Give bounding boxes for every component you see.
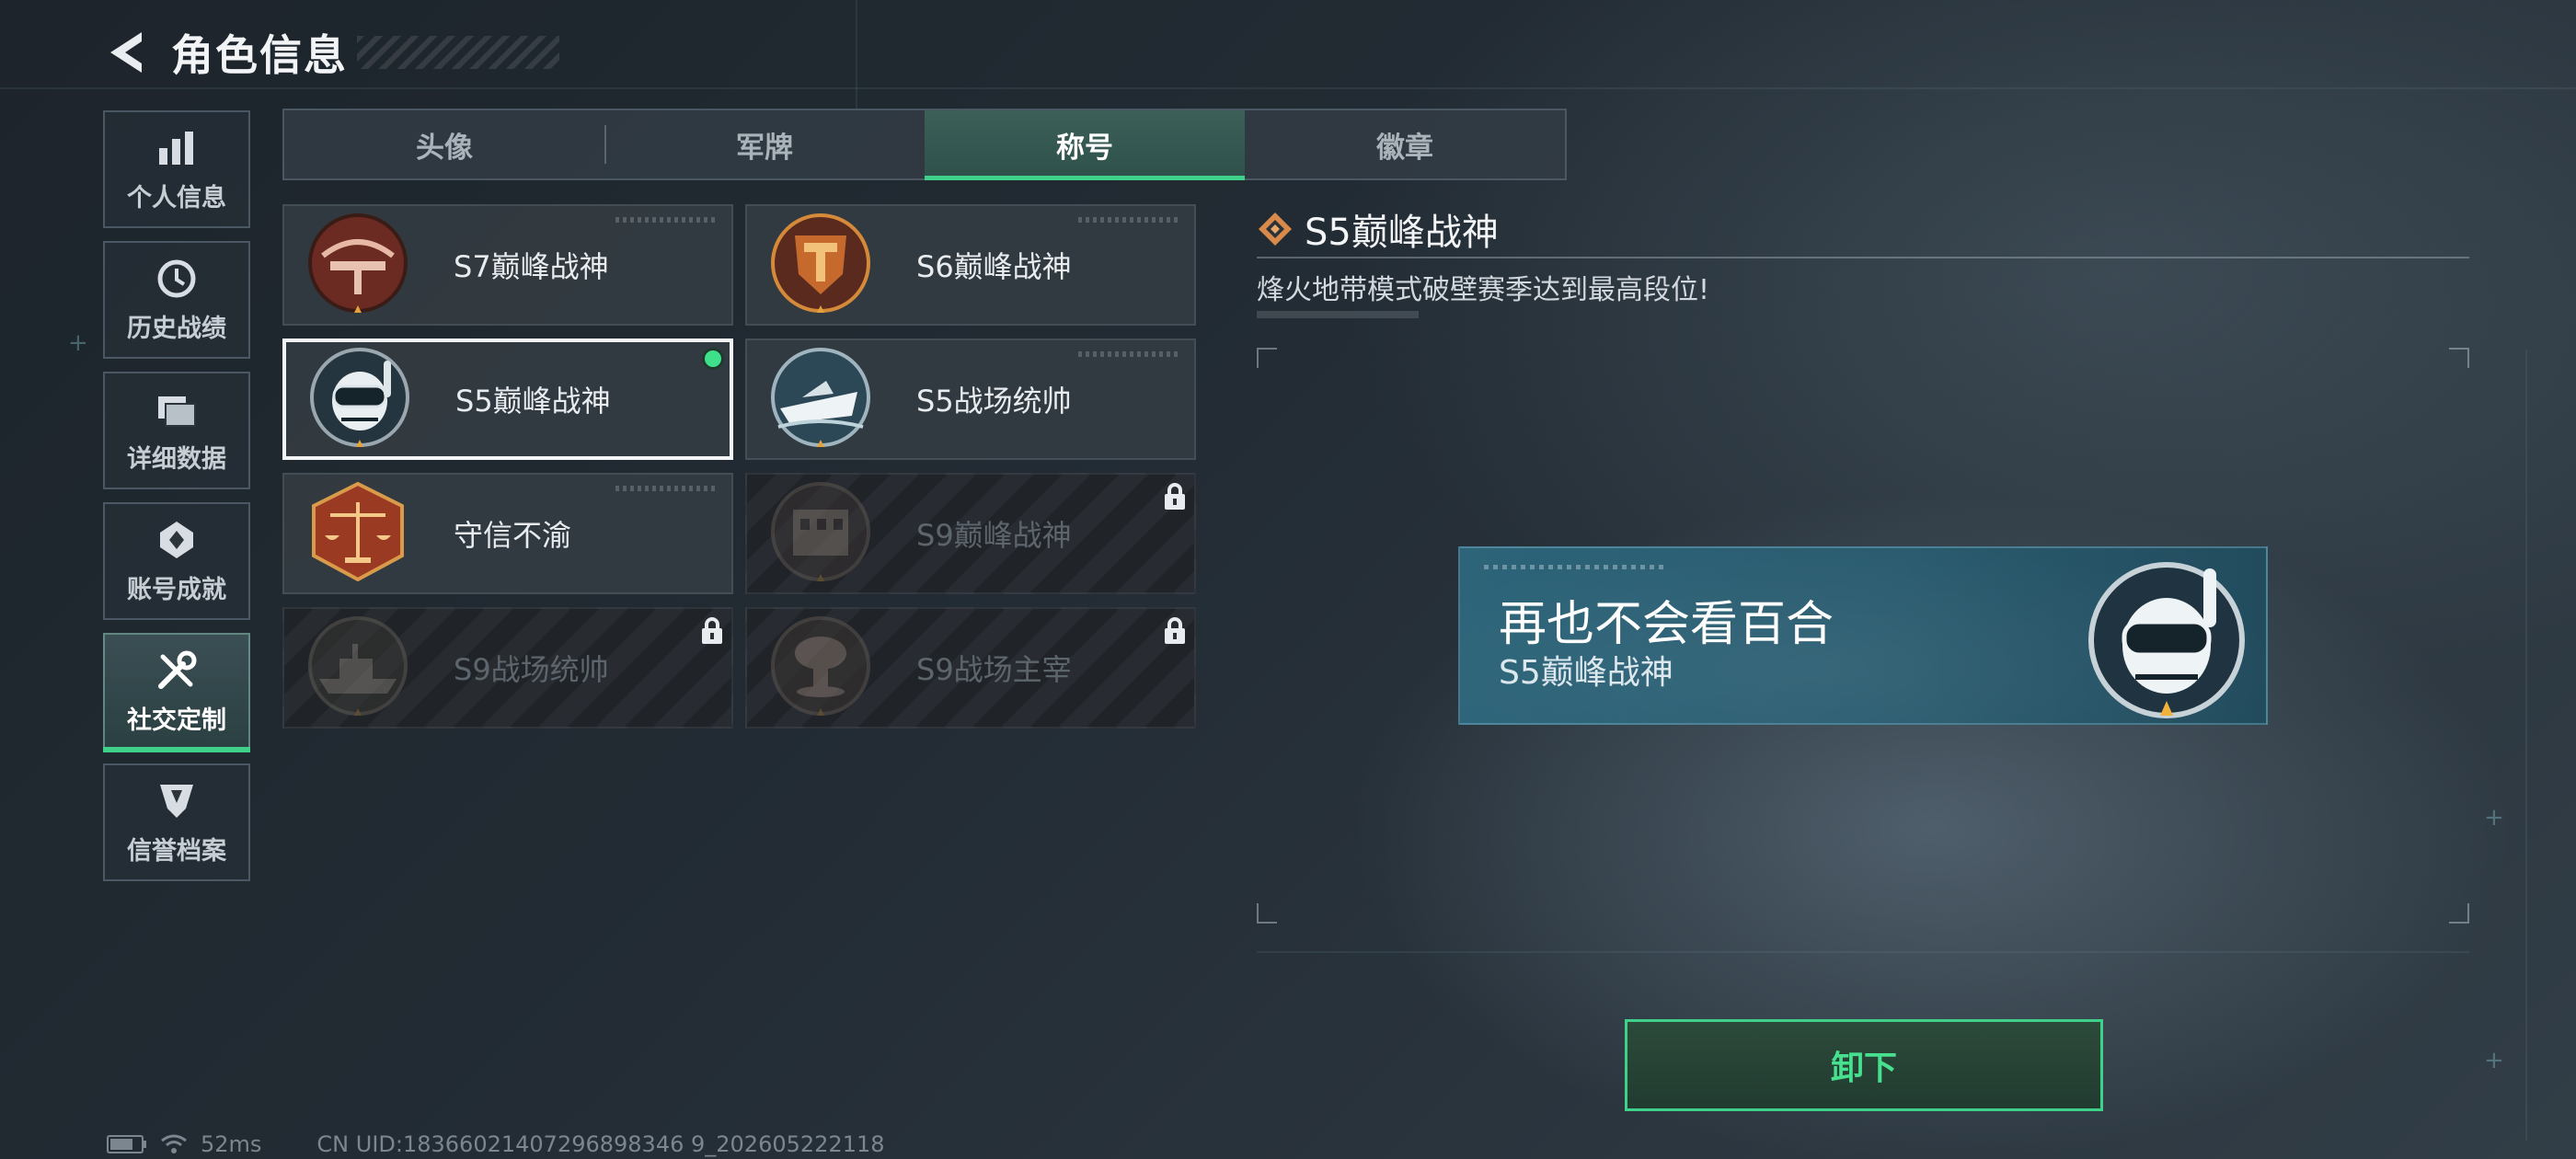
diver-skull-badge-icon (310, 348, 409, 447)
title-card[interactable]: S5巅峰战神 (282, 339, 733, 460)
title-card[interactable]: S7巅峰战神 (282, 204, 733, 326)
sidebar-item-label: 历史战绩 (127, 314, 226, 343)
tab-title[interactable]: 称号 (925, 110, 1245, 180)
uid-text: CN UID:18366021407296898346 9_2026052221… (316, 1131, 885, 1157)
sidebar-item-label: 账号成就 (127, 575, 226, 604)
tab-badge[interactable]: 徽章 (1245, 110, 1565, 178)
deco-line (0, 87, 2576, 89)
frame-corner (1257, 348, 1277, 368)
frame-corner (2449, 348, 2469, 368)
lock-icon (702, 617, 722, 644)
card-decoration (615, 217, 717, 223)
sidebar-item-personal-info[interactable]: 个人信息 (103, 110, 250, 228)
divider (1257, 257, 2469, 258)
sidebar-item-detailed-data[interactable]: 详细数据 (103, 372, 250, 489)
detail-description: 烽火地带模式破壁赛季达到最高段位! (1257, 274, 1710, 306)
lock-icon (1165, 617, 1185, 644)
diamond-icon (1259, 212, 1292, 246)
title-name: S9战场统帅 (454, 652, 609, 687)
wrench-screwdriver-icon (155, 648, 199, 693)
crosshair-mark: + (2484, 804, 2504, 832)
mushroom-cloud-badge-icon (771, 616, 870, 716)
title-card[interactable]: S9战场主宰 (745, 607, 1196, 729)
detail-subtext (1257, 311, 1419, 318)
bar-chart-icon (155, 126, 199, 170)
shield-t-badge-icon (771, 213, 870, 313)
title-decoration (357, 36, 559, 69)
sidebar-item-label: 信誉档案 (127, 836, 226, 866)
sidebar-item-social-custom[interactable]: 社交定制 (103, 633, 250, 752)
reputation-shield-icon (155, 779, 199, 823)
nameplate-player-name: 再也不会看百合 (1499, 597, 1834, 652)
battery-icon (107, 1135, 146, 1153)
nameplate-title: S5巅峰战神 (1499, 654, 1673, 692)
warship-badge-icon (308, 616, 408, 716)
scales-badge-icon (312, 481, 404, 582)
title-name: S9巅峰战神 (916, 518, 1072, 553)
sidebar-item-label: 社交定制 (127, 706, 226, 735)
title-card[interactable]: S6巅峰战神 (745, 204, 1196, 326)
title-name: S6巅峰战神 (916, 249, 1072, 284)
crosshair-mark: + (68, 329, 88, 357)
ping-value: 52ms (201, 1131, 262, 1157)
diver-skull-badge-icon (2088, 562, 2245, 718)
building-badge-icon (771, 482, 870, 581)
deco-line (1257, 951, 2469, 953)
page-header: 角色信息 (101, 20, 559, 85)
frame-corner (2449, 903, 2469, 924)
back-arrow-icon[interactable] (101, 25, 151, 80)
title-name: 守信不渝 (454, 518, 572, 553)
frame-corner (1257, 903, 1277, 924)
tab-avatar[interactable]: 头像 (284, 110, 604, 178)
status-bar: 52ms CN UID:18366021407296898346 9_20260… (107, 1131, 885, 1157)
sidebar-item-achievements[interactable]: 账号成就 (103, 502, 250, 620)
title-card[interactable]: S5战场统帅 (745, 339, 1196, 460)
sidebar-item-reputation[interactable]: 信誉档案 (103, 763, 250, 881)
card-decoration (615, 486, 717, 491)
nameplate-preview: 再也不会看百合 S5巅峰战神 (1458, 546, 2268, 725)
title-name: S5战场统帅 (916, 384, 1072, 419)
detail-title: S5巅峰战神 (1305, 212, 1499, 254)
title-card[interactable]: 守信不渝 (282, 473, 733, 594)
equipped-indicator (702, 348, 724, 370)
crosshair-mark: + (2484, 1047, 2504, 1074)
title-name: S5巅峰战神 (455, 384, 611, 419)
category-tabs: 头像 军牌 称号 徽章 (282, 109, 1567, 180)
title-name: S9战场主宰 (916, 652, 1072, 687)
card-decoration (1078, 217, 1179, 223)
title-card[interactable]: S9巅峰战神 (745, 473, 1196, 594)
crossbow-badge-icon (308, 213, 408, 313)
speedboat-badge-icon (771, 348, 870, 447)
deco-line (856, 0, 857, 110)
title-name: S7巅峰战神 (454, 249, 609, 284)
tab-dog-tag[interactable]: 军牌 (604, 110, 925, 178)
card-decoration (1078, 351, 1179, 357)
nameplate-code-strip (1484, 565, 1668, 569)
history-clock-icon (155, 257, 199, 301)
detail-header: S5巅峰战神 (1257, 202, 1499, 256)
achievement-icon (155, 518, 199, 562)
sidebar-item-label: 个人信息 (127, 183, 226, 212)
unequip-button[interactable]: 卸下 (1625, 1019, 2103, 1111)
wifi-icon (161, 1134, 187, 1153)
lock-icon (1165, 483, 1185, 510)
folder-icon (155, 387, 199, 431)
deco-line (2525, 350, 2527, 1141)
title-card[interactable]: S9战场统帅 (282, 607, 733, 729)
sidebar-item-label: 详细数据 (127, 444, 226, 474)
sidebar-item-match-history[interactable]: 历史战绩 (103, 241, 250, 359)
page-title: 角色信息 (171, 30, 348, 80)
